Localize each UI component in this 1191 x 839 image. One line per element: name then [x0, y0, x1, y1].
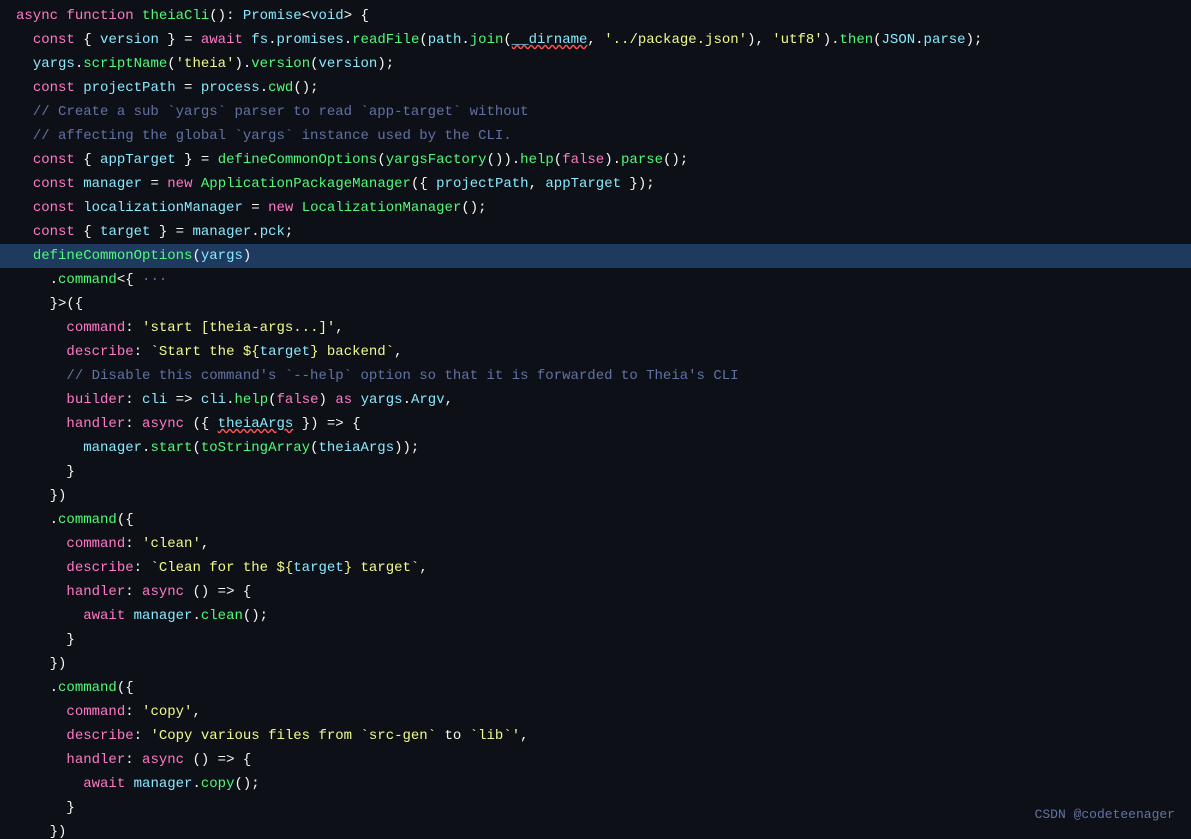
code-line-5: // Create a sub `yargs` parser to read `… [0, 100, 1191, 124]
code-line-8: const manager = new ApplicationPackageMa… [0, 172, 1191, 196]
code-line-21: }) [0, 484, 1191, 508]
code-line-33: await manager.copy(); [0, 772, 1191, 796]
code-line-12: .command<{ ··· [0, 268, 1191, 292]
code-line-24: describe: `Clean for the ${target} targe… [0, 556, 1191, 580]
code-line-9: const localizationManager = new Localiza… [0, 196, 1191, 220]
code-line-22: .command({ [0, 508, 1191, 532]
code-line-14: command: 'start [theia-args...]', [0, 316, 1191, 340]
code-line-17: builder: cli => cli.help(false) as yargs… [0, 388, 1191, 412]
code-line-23: command: 'clean', [0, 532, 1191, 556]
code-line-7: const { appTarget } = defineCommonOption… [0, 148, 1191, 172]
code-line-30: command: 'copy', [0, 700, 1191, 724]
code-line-15: describe: `Start the ${target} backend`, [0, 340, 1191, 364]
code-line-29: .command({ [0, 676, 1191, 700]
code-line-1: async function theiaCli(): Promise<void>… [0, 4, 1191, 28]
code-line-10: const { target } = manager.pck; [0, 220, 1191, 244]
code-line-11: defineCommonOptions(yargs) [0, 244, 1191, 268]
code-line-32: handler: async () => { [0, 748, 1191, 772]
code-line-27: } [0, 628, 1191, 652]
code-line-2: const { version } = await fs.promises.re… [0, 28, 1191, 52]
code-line-34: } [0, 796, 1191, 820]
code-line-25: handler: async () => { [0, 580, 1191, 604]
code-line-16: // Disable this command's `--help` optio… [0, 364, 1191, 388]
code-line-35: }) [0, 820, 1191, 839]
code-line-28: }) [0, 652, 1191, 676]
code-editor: async function theiaCli(): Promise<void>… [0, 0, 1191, 839]
code-line-18: handler: async ({ theiaArgs }) => { [0, 412, 1191, 436]
code-line-6: // affecting the global `yargs` instance… [0, 124, 1191, 148]
code-line-31: describe: 'Copy various files from `src-… [0, 724, 1191, 748]
code-line-3: yargs.scriptName('theia').version(versio… [0, 52, 1191, 76]
code-line-20: } [0, 460, 1191, 484]
code-line-26: await manager.clean(); [0, 604, 1191, 628]
code-line-4: const projectPath = process.cwd(); [0, 76, 1191, 100]
watermark: CSDN @codeteenager [1035, 803, 1175, 827]
code-line-13: }>({ [0, 292, 1191, 316]
code-line-19: manager.start(toStringArray(theiaArgs)); [0, 436, 1191, 460]
